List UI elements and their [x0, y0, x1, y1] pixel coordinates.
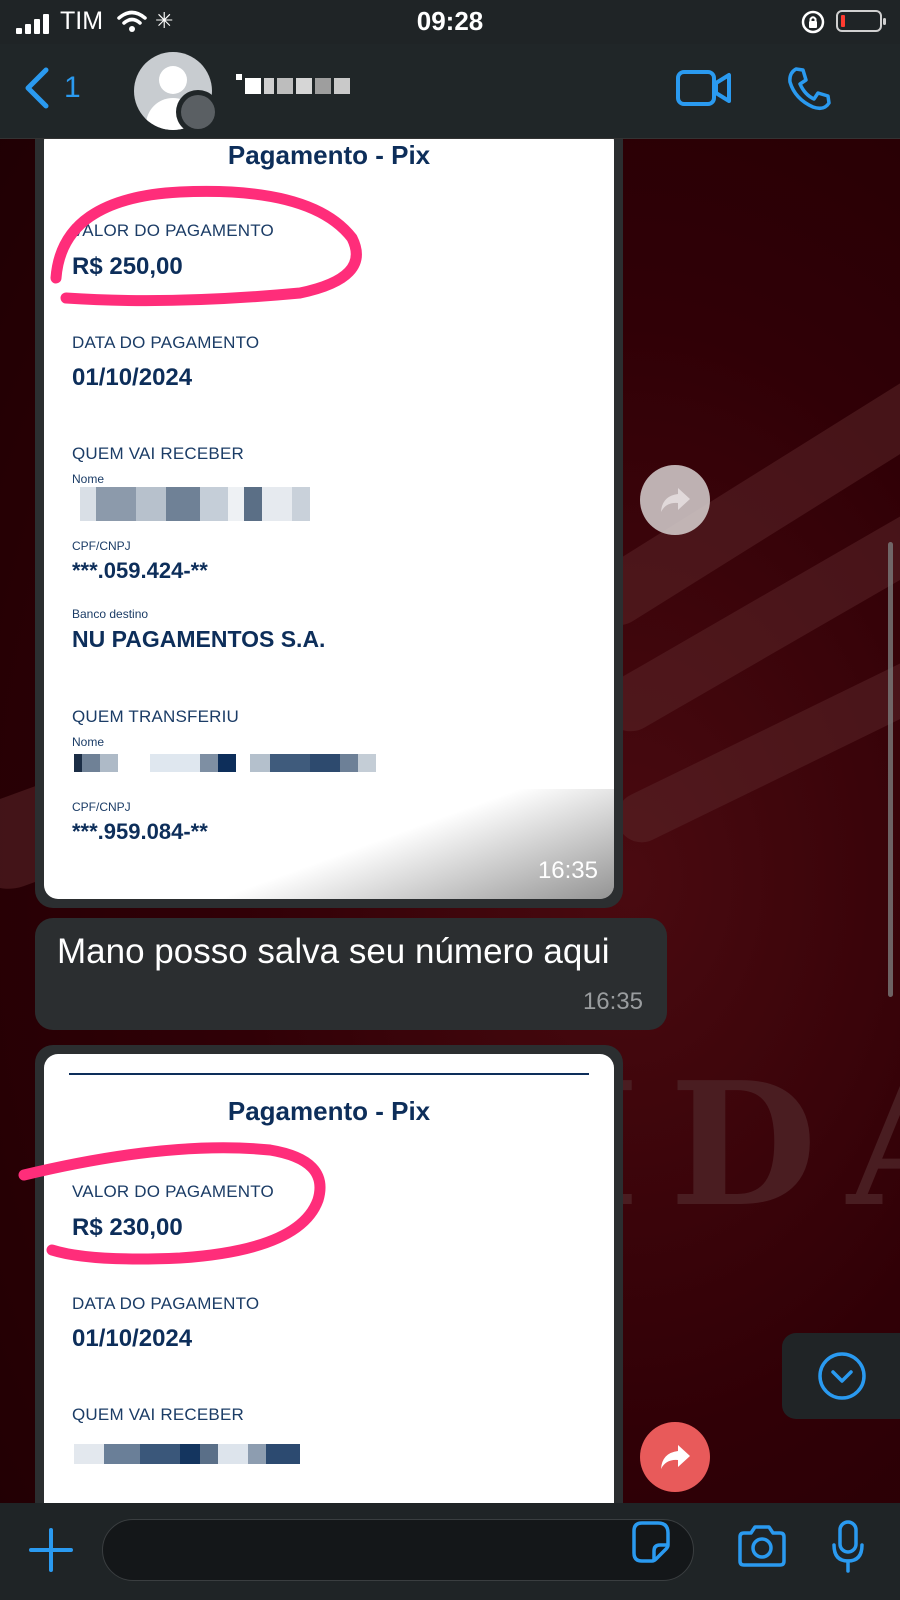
camera-icon[interactable]: [736, 1525, 788, 1567]
redacted-pagador-name: [74, 754, 376, 772]
receipt-data-label: DATA DO PAGAMENTO: [72, 1294, 260, 1313]
message-text: Mano posso salva seu número aqui: [57, 932, 610, 971]
sticker-icon[interactable]: [628, 1519, 672, 1563]
back-button[interactable]: 1: [24, 66, 81, 110]
receipt-pagador-cpf-label: CPF/CNPJ: [72, 800, 131, 814]
receipt-valor-label: VALOR DO PAGAMENTO: [72, 1182, 274, 1201]
forward-button[interactable]: [640, 1422, 710, 1492]
image-message[interactable]: Pagamento - Pix VALOR DO PAGAMENTO R$ 25…: [35, 118, 623, 908]
receipt-title: Pagamento - Pix: [227, 140, 431, 170]
microphone-icon[interactable]: [830, 1519, 866, 1575]
receipt-cpf-recebedor: ***.059.424-**: [72, 558, 208, 583]
forward-button[interactable]: [640, 465, 710, 535]
video-call-icon[interactable]: [676, 68, 732, 108]
battery-icon: [836, 10, 886, 32]
receipt-data-label: DATA DO PAGAMENTO: [72, 333, 260, 352]
scroll-down-icon: [818, 1352, 866, 1400]
message-timestamp: 16:35: [582, 988, 643, 1015]
receipt-recebedor-label: QUEM VAI RECEBER: [72, 444, 244, 463]
status-bar: TIM ✳ 09:28: [0, 0, 900, 44]
receipt-banco: NU PAGAMENTOS S.A.: [72, 626, 326, 652]
receipt-pagador-label: QUEM TRANSFERIU: [72, 707, 240, 726]
receipt-cpf-label: CPF/CNPJ: [72, 539, 131, 553]
message-input-field[interactable]: [102, 1519, 694, 1582]
receipt-top-line: [69, 1073, 589, 1075]
receipt-pagador-nome-label: Nome: [72, 735, 105, 749]
forward-icon: [661, 1445, 690, 1469]
receipt-cpf-pagador: ***.959.084-**: [72, 819, 208, 844]
receipt-title: Pagamento - Pix: [227, 1096, 431, 1126]
message-input[interactable]: [123, 1520, 627, 1582]
redacted-recebedor-name: [80, 487, 310, 521]
plus-icon[interactable]: [28, 1527, 74, 1573]
contact-name-redacted[interactable]: [236, 74, 350, 94]
receipt-valor: R$ 250,00: [72, 253, 183, 280]
chat-header: 1: [0, 44, 900, 139]
phone-icon[interactable]: [786, 66, 832, 112]
receipt-banco-label: Banco destino: [72, 607, 149, 621]
receipt-data: 01/10/2024: [72, 364, 193, 391]
receipt-valor-label: VALOR DO PAGAMENTO: [72, 221, 274, 240]
receipt-recebedor-label: QUEM VAI RECEBER: [72, 1405, 244, 1424]
text-message[interactable]: Mano posso salva seu número aqui 16:35: [35, 918, 667, 1030]
message-timestamp: 16:35: [537, 857, 598, 884]
rotation-lock-icon: [801, 10, 825, 34]
status-ring-icon: [176, 90, 220, 134]
message-input-bar: [0, 1503, 900, 1600]
pix-receipt-image: Pagamento - Pix VALOR DO PAGAMENTO R$ 25…: [44, 127, 614, 899]
status-time: 09:28: [416, 6, 484, 36]
pix-receipt-image: Pagamento - Pix VALOR DO PAGAMENTO R$ 23…: [44, 1054, 614, 1534]
scroll-to-bottom-button[interactable]: [782, 1333, 900, 1419]
unread-count: 1: [64, 71, 81, 104]
scrollbar[interactable]: [888, 542, 893, 997]
image-message[interactable]: Pagamento - Pix VALOR DO PAGAMENTO R$ 23…: [35, 1045, 623, 1534]
receipt-nome-label: Nome: [72, 472, 105, 486]
redacted-recebedor-name: [74, 1444, 300, 1464]
receipt-valor: R$ 230,00: [72, 1214, 183, 1241]
back-chevron-icon: [25, 67, 49, 109]
receipt-data: 01/10/2024: [72, 1325, 193, 1352]
forward-icon: [661, 488, 690, 512]
